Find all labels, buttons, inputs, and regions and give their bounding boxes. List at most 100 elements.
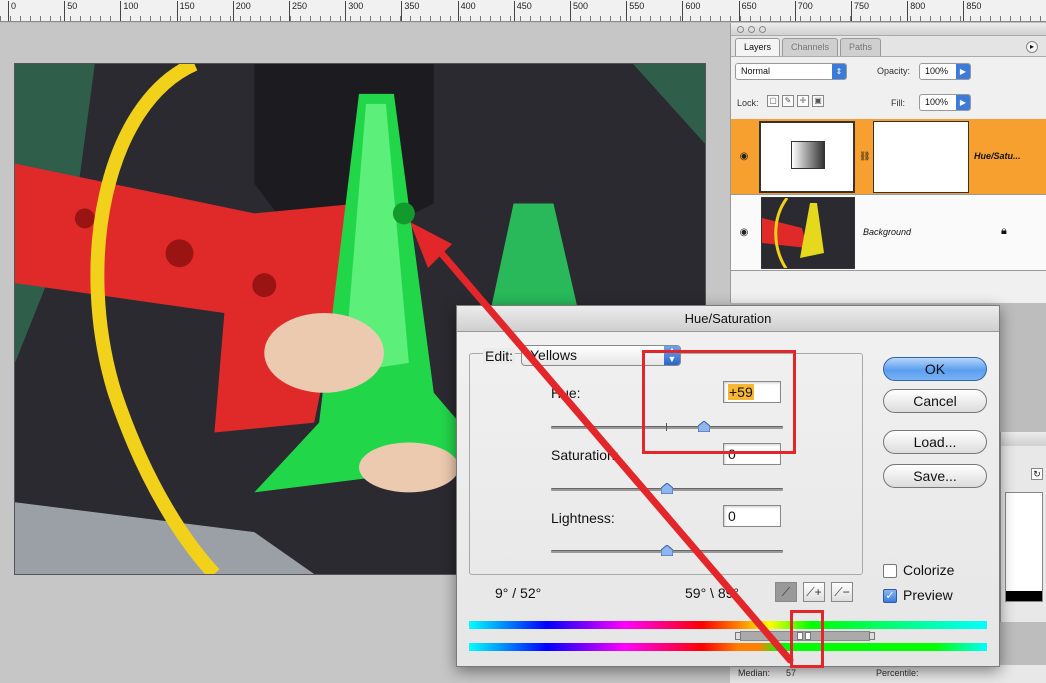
ruler-tick-label: 750 bbox=[854, 1, 870, 11]
median-label: Median: bbox=[738, 668, 771, 678]
eyedropper-minus-icon[interactable]: ⟋− bbox=[831, 582, 853, 602]
ruler-major-tick bbox=[513, 1, 515, 21]
layer-row-background[interactable]: ◉ Background 🔒︎ bbox=[731, 195, 1046, 271]
minimize-dot-icon[interactable] bbox=[748, 26, 755, 33]
ruler-major-tick bbox=[176, 1, 178, 21]
preview-checkbox[interactable]: ✓ bbox=[883, 589, 897, 603]
hue-slider[interactable] bbox=[551, 421, 783, 432]
lightness-slider[interactable] bbox=[551, 545, 783, 556]
opacity-field[interactable]: 100% ▶ bbox=[919, 63, 971, 80]
range-inner-left-handle[interactable] bbox=[797, 632, 803, 640]
layers-palette: Layers Channels Paths ▸ Normal ⇕ Opacity… bbox=[730, 23, 1046, 303]
color-range-slider[interactable] bbox=[735, 631, 875, 641]
saturation-slider-knob[interactable] bbox=[661, 483, 673, 494]
fill-field[interactable]: 100% ▶ bbox=[919, 94, 971, 111]
lightness-input[interactable]: 0 bbox=[723, 505, 781, 527]
histogram-stats: Median: 57 Percentile: bbox=[730, 665, 1046, 683]
ok-button[interactable]: OK bbox=[883, 357, 987, 381]
percentile-label: Percentile: bbox=[876, 668, 919, 678]
ruler-tick-label: 0 bbox=[11, 1, 17, 11]
refresh-icon[interactable]: ↻ bbox=[1031, 468, 1043, 480]
saturation-slider[interactable] bbox=[551, 483, 783, 494]
adjustment-icon bbox=[791, 141, 825, 169]
layer-row-hue-saturation[interactable]: ◉ ⛓ Hue/Satu... bbox=[731, 119, 1046, 195]
lock-move-icon[interactable]: ✛ bbox=[797, 95, 809, 107]
lock-transparency-icon[interactable]: ▢ bbox=[767, 95, 779, 107]
ruler-major-tick bbox=[401, 1, 403, 21]
saturation-label: Saturation: bbox=[551, 447, 619, 463]
chevron-updown-icon: ▲ ▼ bbox=[664, 346, 680, 365]
ruler-major-tick bbox=[570, 1, 571, 21]
chain-link-icon[interactable]: ⛓ bbox=[859, 151, 870, 162]
fill-label: Fill: bbox=[891, 98, 905, 108]
lightness-label: Lightness: bbox=[551, 510, 615, 526]
eyedropper-plus-icon[interactable]: ⟋+ bbox=[803, 582, 825, 602]
cancel-button[interactable]: Cancel bbox=[883, 389, 987, 413]
eye-icon[interactable]: ◉ bbox=[737, 227, 751, 239]
saturation-input[interactable]: 0 bbox=[723, 443, 781, 465]
ruler-tick-label: 700 bbox=[797, 1, 813, 11]
hue-slider-knob[interactable] bbox=[698, 421, 711, 432]
background-thumbnail bbox=[761, 197, 855, 269]
range-inner-right-handle[interactable] bbox=[805, 632, 811, 640]
tab-layers[interactable]: Layers bbox=[735, 38, 781, 56]
ruler-major-tick bbox=[794, 1, 796, 21]
colorize-checkbox[interactable] bbox=[883, 564, 897, 578]
hue-center-mark bbox=[666, 423, 667, 431]
lock-paint-icon[interactable]: ✎ bbox=[782, 95, 794, 107]
median-value: 57 bbox=[786, 668, 797, 678]
ruler-tick-label: 150 bbox=[179, 1, 195, 11]
lock-icon: 🔒︎ bbox=[1001, 225, 1007, 237]
lock-all-icon[interactable]: ▣ bbox=[812, 95, 824, 107]
ruler-tick-label: 850 bbox=[966, 1, 982, 11]
ruler-major-tick bbox=[289, 1, 290, 21]
ruler-tick-label: 550 bbox=[629, 1, 645, 11]
ruler-major-tick bbox=[232, 1, 234, 21]
ruler-tick-label: 200 bbox=[235, 1, 251, 11]
histogram-bars bbox=[1006, 591, 1042, 601]
tab-channels[interactable]: Channels bbox=[782, 38, 839, 56]
close-dot-icon[interactable] bbox=[737, 26, 744, 33]
ruler-major-tick bbox=[345, 1, 347, 21]
opacity-value: 100% bbox=[925, 66, 949, 76]
lightness-slider-knob[interactable] bbox=[661, 545, 673, 556]
range-left-degrees: 9° / 52° bbox=[495, 585, 542, 601]
edit-channel-select[interactable]: Yellows ▲ ▼ bbox=[521, 345, 681, 366]
dialog-title: Hue/Saturation bbox=[457, 306, 999, 332]
range-right-degrees: 59° \ 89° bbox=[685, 585, 740, 601]
layer-name: Hue/Satu... bbox=[974, 151, 1021, 161]
ruler-major-tick bbox=[738, 1, 740, 21]
ruler-major-tick bbox=[120, 1, 122, 21]
ruler-tick-label: 400 bbox=[460, 1, 476, 11]
chevron-right-icon: ▶ bbox=[956, 64, 970, 79]
ruler-major-tick bbox=[626, 1, 628, 21]
ruler-major-tick bbox=[64, 1, 66, 21]
chevron-right-icon: ▶ bbox=[956, 95, 970, 110]
ruler-tick-label: 450 bbox=[516, 1, 532, 11]
preview-label: Preview bbox=[903, 587, 953, 603]
tab-paths[interactable]: Paths bbox=[840, 38, 882, 56]
horizontal-ruler: 0 50 100 150 200 250 300 350 400 450 500 550 600 650 7… bbox=[0, 0, 1046, 22]
eyedropper-icon[interactable]: ⟋ bbox=[775, 582, 797, 602]
ruler-tick-label: 600 bbox=[685, 1, 701, 11]
eye-icon[interactable]: ◉ bbox=[737, 151, 751, 163]
hue-input[interactable]: +59 bbox=[723, 381, 781, 403]
chevron-updown-icon: ⇕ bbox=[832, 64, 846, 79]
load-button[interactable]: Load... bbox=[883, 430, 987, 454]
zoom-dot-icon[interactable] bbox=[759, 26, 766, 33]
save-button[interactable]: Save... bbox=[883, 464, 987, 488]
ruler-major-tick bbox=[907, 1, 909, 21]
ruler-tick-label: 250 bbox=[292, 1, 308, 11]
mask-thumbnail[interactable] bbox=[873, 121, 969, 193]
range-left-handle[interactable] bbox=[735, 632, 741, 640]
histogram-graph bbox=[1005, 492, 1043, 602]
lock-label: Lock: bbox=[737, 98, 759, 108]
saturation-value: 0 bbox=[728, 446, 736, 462]
histogram-titlebar bbox=[1001, 432, 1046, 446]
range-right-handle[interactable] bbox=[869, 632, 875, 640]
ruler-major-tick bbox=[682, 1, 684, 21]
palette-menu-icon[interactable]: ▸ bbox=[1026, 41, 1038, 53]
ruler-tick-label: 100 bbox=[123, 1, 139, 11]
blend-mode-select[interactable]: Normal ⇕ bbox=[735, 63, 847, 80]
fill-value: 100% bbox=[925, 97, 949, 107]
